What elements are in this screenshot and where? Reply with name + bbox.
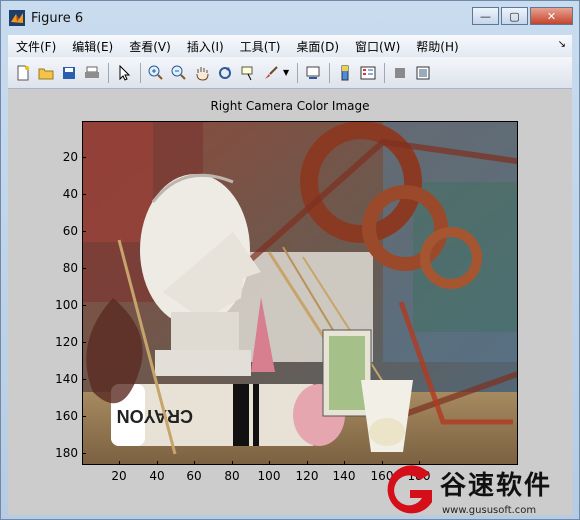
menu-window[interactable]: 窗口(W) (347, 38, 408, 55)
camera-image: CRAYON (83, 122, 517, 464)
toolbar-separator (297, 62, 299, 83)
new-figure-button[interactable] (12, 62, 34, 84)
matlab-icon (9, 10, 25, 26)
x-tick (269, 461, 270, 465)
plot-title: Right Camera Color Image (210, 99, 370, 113)
y-tick-label: 180 (55, 446, 78, 460)
y-tick-label: 60 (62, 224, 78, 238)
brush-icon (265, 65, 278, 79)
data-cursor-button[interactable] (237, 62, 259, 84)
watermark-url: www.gususoft.com (442, 505, 537, 516)
y-tick-label: 160 (55, 409, 78, 423)
x-tick-label: 140 (332, 469, 356, 483)
x-tick-label: 120 (295, 469, 319, 483)
zoom-out-button[interactable] (168, 62, 190, 84)
figure-toolbar: ▼ (8, 57, 572, 89)
save-icon (63, 66, 75, 79)
figure-client: 文件(F) 编辑(E) 查看(V) 插入(I) 工具(T) 桌面(D) 窗口(W… (8, 35, 572, 515)
close-button[interactable]: ✕ (530, 7, 573, 25)
rotate-icon (219, 66, 231, 79)
x-tick (232, 461, 233, 465)
y-tick (82, 305, 86, 306)
svg-text:CRAYON: CRAYON (117, 406, 193, 426)
print-button[interactable] (81, 62, 103, 84)
insert-colorbar-button[interactable] (334, 62, 356, 84)
edit-plot-button[interactable] (113, 62, 135, 84)
toolbar-separator (140, 62, 141, 83)
menu-help[interactable]: 帮助(H) (408, 38, 466, 55)
x-tick-label: 80 (224, 469, 240, 483)
watermark-text: 谷速软件 (440, 471, 553, 501)
y-tick (82, 157, 86, 158)
menu-file[interactable]: 文件(F) (8, 38, 64, 55)
menu-view[interactable]: 查看(V) (121, 38, 179, 55)
minimize-button[interactable]: — (472, 7, 499, 25)
menubar-overflow-icon[interactable]: ↘ (558, 39, 566, 50)
toolbar-separator (329, 62, 331, 83)
folder-icon (38, 68, 54, 79)
toolbar-separator (108, 62, 109, 83)
x-tick (194, 461, 195, 465)
x-tick-label: 60 (186, 469, 202, 483)
y-tick (82, 231, 86, 232)
menu-desktop[interactable]: 桌面(D) (288, 38, 347, 55)
x-tick (344, 461, 345, 465)
y-tick-label: 20 (62, 150, 78, 164)
pan-button[interactable] (191, 62, 213, 84)
show-plot-tools-button[interactable] (412, 62, 434, 84)
watermark-logo-icon (387, 465, 432, 514)
y-tick-label: 120 (55, 335, 78, 349)
zoom-in-button[interactable] (145, 62, 167, 84)
x-tick-label: 100 (257, 469, 281, 483)
rotate-3d-button[interactable] (214, 62, 236, 84)
colorbar-icon (341, 65, 349, 80)
menu-edit[interactable]: 编辑(E) (64, 38, 121, 55)
y-tick-label: 140 (55, 372, 78, 386)
y-tick-label: 80 (62, 261, 78, 275)
menu-insert[interactable]: 插入(I) (179, 38, 232, 55)
figure-canvas: Right Camera Color Image CRAYON 20 40 60… (8, 89, 572, 515)
hand-icon (196, 66, 209, 81)
zoom-out-icon (171, 65, 186, 80)
x-tick-label: 40 (149, 469, 165, 483)
title-bar[interactable]: Figure 6 — ▢ ✕ (1, 1, 579, 35)
figure-window: Figure 6 — ▢ ✕ 文件(F) 编辑(E) 查看(V) 插入(I) 工… (0, 0, 580, 520)
y-tick (82, 268, 86, 269)
x-tick (157, 461, 158, 465)
link-plot-icon (306, 66, 320, 79)
hide-plot-tools-button[interactable] (389, 62, 411, 84)
brush-button[interactable] (260, 62, 282, 84)
open-file-button[interactable] (35, 62, 57, 84)
y-tick-label: 40 (62, 187, 78, 201)
link-plot-button[interactable] (302, 62, 324, 84)
insert-legend-button[interactable] (357, 62, 379, 84)
y-tick (82, 342, 86, 343)
y-tick (82, 194, 86, 195)
save-button[interactable] (58, 62, 80, 84)
image-axes[interactable]: CRAYON (82, 121, 518, 465)
y-tick (82, 379, 86, 380)
x-tick (119, 461, 120, 465)
arrow-cursor-icon (119, 64, 131, 81)
show-plot-tools-icon (416, 66, 430, 79)
legend-icon (360, 66, 376, 79)
brush-dropdown-icon[interactable]: ▼ (283, 68, 289, 77)
x-tick (307, 461, 308, 465)
printer-icon (85, 66, 99, 78)
menu-tools[interactable]: 工具(T) (232, 38, 289, 55)
new-file-icon (17, 65, 29, 80)
y-tick (82, 453, 86, 454)
y-tick-label: 100 (55, 298, 78, 312)
maximize-button[interactable]: ▢ (501, 7, 528, 25)
menu-bar: 文件(F) 编辑(E) 查看(V) 插入(I) 工具(T) 桌面(D) 窗口(W… (8, 35, 572, 57)
toolbar-separator (384, 62, 386, 83)
y-tick (82, 416, 86, 417)
zoom-in-icon (148, 65, 163, 80)
x-tick-label: 20 (111, 469, 127, 483)
window-title: Figure 6 (31, 11, 84, 26)
site-watermark: 谷速软件 www.gususoft.com (378, 462, 580, 520)
hide-plot-tools-icon (395, 67, 406, 78)
data-cursor-icon (241, 66, 253, 80)
